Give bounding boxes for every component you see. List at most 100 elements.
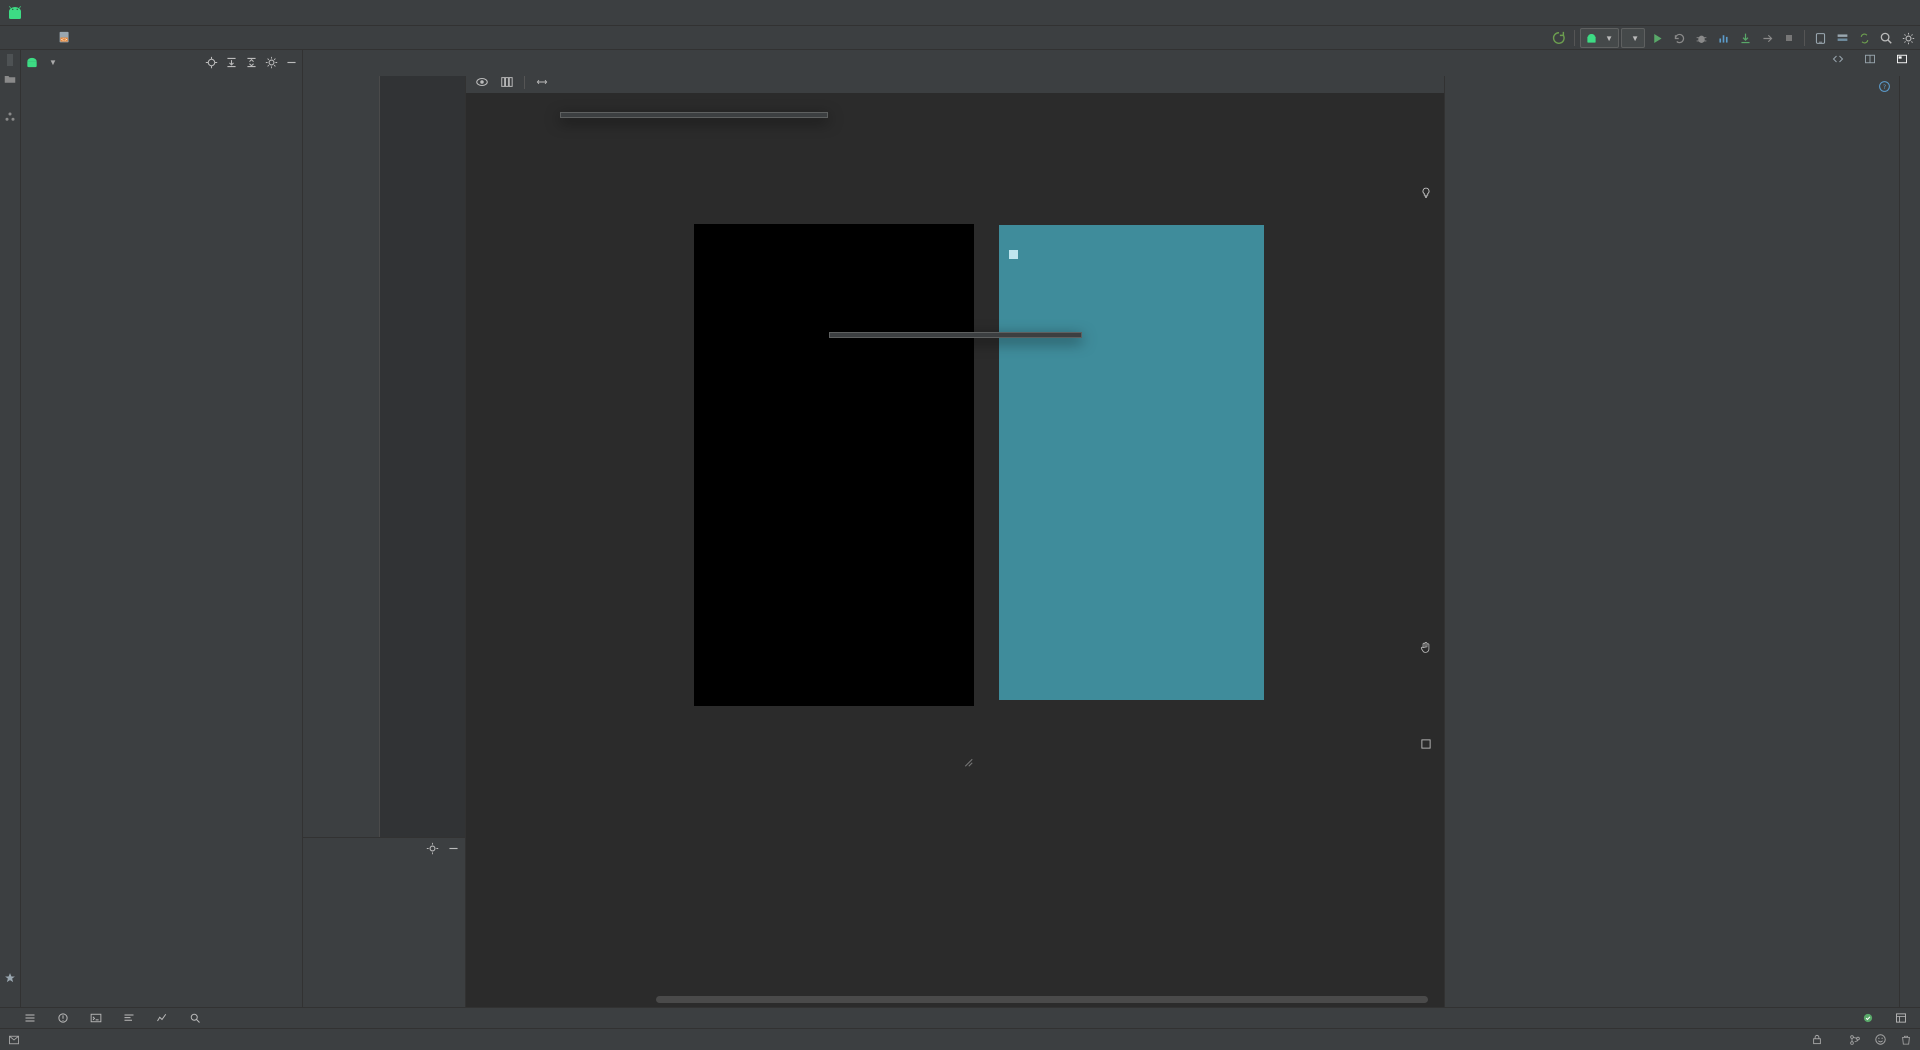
rerun-icon[interactable] — [1669, 28, 1689, 48]
sdk-manager-icon[interactable] — [1832, 28, 1852, 48]
menu-code[interactable] — [104, 10, 122, 16]
apply-code-changes-icon[interactable] — [1757, 28, 1777, 48]
lightbulb-icon[interactable] — [1417, 184, 1434, 201]
sync-gradle-icon[interactable] — [1854, 28, 1874, 48]
window-controls — [1790, 0, 1916, 26]
chevron-down-icon[interactable]: ▼ — [49, 58, 57, 67]
android-icon — [27, 57, 37, 67]
eventlog-icon — [1863, 1013, 1873, 1023]
project-tree[interactable] — [21, 74, 302, 1007]
code-icon — [1832, 55, 1844, 63]
design-canvas[interactable] — [466, 94, 1444, 1007]
status-bar — [0, 1028, 1920, 1050]
minimize-button[interactable] — [1790, 0, 1832, 26]
settings-gear-icon[interactable] — [426, 842, 439, 855]
mode-split[interactable] — [1860, 51, 1883, 67]
render-preview[interactable] — [999, 225, 1264, 700]
bottom-tab-terminal[interactable] — [90, 1012, 107, 1024]
device-dropdown-menu[interactable] — [560, 112, 828, 118]
pan-tool-icon[interactable] — [1417, 639, 1434, 656]
bottom-tab-layout-inspector[interactable] — [1895, 1012, 1912, 1024]
chevron-down-icon: ▼ — [1605, 33, 1614, 43]
logcat-icon — [124, 1014, 134, 1021]
rail-tab-resource-manager[interactable] — [7, 92, 13, 104]
menu-tools[interactable] — [194, 10, 212, 16]
resize-handle[interactable] — [960, 754, 974, 768]
horizontal-scrollbar[interactable] — [656, 996, 1428, 1003]
help-icon[interactable]: ? — [1878, 80, 1891, 93]
profile-icon[interactable] — [1713, 28, 1733, 48]
run-button[interactable] — [1647, 28, 1667, 48]
main-area: ▼ ? — [0, 50, 1920, 1007]
search-everywhere-icon[interactable] — [1876, 28, 1896, 48]
select-opened-file-icon[interactable] — [205, 56, 218, 69]
menu-refactor[interactable] — [140, 10, 158, 16]
stop-icon[interactable] — [1779, 28, 1799, 48]
apply-changes-icon[interactable] — [1735, 28, 1755, 48]
menu-analyze[interactable] — [122, 10, 140, 16]
settings-gear-icon[interactable] — [265, 56, 278, 69]
hide-panel-icon[interactable] — [447, 842, 460, 855]
rail-tab-structure[interactable] — [7, 939, 13, 951]
svg-text:<>: <> — [61, 37, 68, 42]
palette-categories[interactable] — [303, 72, 379, 837]
bottom-tab-app-inspection[interactable] — [189, 1012, 206, 1024]
collapse-all-icon[interactable] — [245, 56, 258, 69]
terminal-icon — [90, 1013, 102, 1023]
mode-code[interactable] — [1828, 51, 1851, 67]
settings-gear-icon[interactable] — [1898, 28, 1918, 48]
folder-icon — [4, 76, 16, 83]
editor-tab-strip — [303, 50, 1920, 76]
bottom-tab-todo[interactable] — [24, 1012, 41, 1024]
rail-tab-build-variants[interactable] — [7, 991, 13, 1003]
rail-tab-project[interactable] — [7, 54, 13, 66]
bottom-tab-profiler[interactable] — [156, 1012, 173, 1024]
rail-tab-emulator[interactable] — [1907, 991, 1913, 1003]
lock-icon[interactable] — [1811, 1033, 1823, 1046]
resource-icon — [5, 112, 15, 121]
editor-tabs[interactable] — [303, 50, 1920, 76]
android-logo-icon — [9, 5, 21, 19]
expand-all-icon[interactable] — [225, 56, 238, 69]
palette-panel — [303, 50, 466, 1007]
menu-navigate[interactable] — [86, 10, 104, 16]
menu-vcs[interactable] — [212, 10, 230, 16]
zoom-actual-size-button[interactable] — [1417, 711, 1434, 728]
branch-icon[interactable] — [1849, 1034, 1861, 1046]
bottom-tab-event-log[interactable] — [1862, 1012, 1879, 1024]
menu-window[interactable] — [230, 10, 248, 16]
mode-design[interactable] — [1892, 51, 1915, 67]
menu-help[interactable] — [248, 10, 266, 16]
avd-manager-icon[interactable] — [1810, 28, 1830, 48]
right-tool-rail — [1899, 50, 1920, 1007]
menu-view[interactable] — [68, 10, 86, 16]
smiley-icon[interactable] — [1874, 1033, 1887, 1046]
palette-items[interactable] — [379, 72, 465, 837]
notification-icon[interactable] — [8, 1034, 20, 1046]
rail-tab-favorites[interactable] — [7, 953, 13, 965]
bottom-tab-logcat[interactable] — [123, 1012, 140, 1024]
blueprint-preview[interactable] — [694, 224, 974, 706]
menu-file[interactable] — [32, 10, 50, 16]
bottom-tab-problems[interactable] — [57, 1012, 74, 1024]
zoom-in-button[interactable] — [1417, 663, 1434, 680]
vcs-update-icon[interactable] — [1549, 28, 1569, 48]
xml-file-icon: <> — [59, 31, 69, 43]
run-config-selector[interactable]: ▼ — [1580, 28, 1620, 48]
chevron-down-icon: ▼ — [1631, 33, 1639, 43]
left-rail-top — [4, 54, 16, 128]
palette-body — [303, 72, 465, 837]
trash-icon[interactable] — [1900, 1034, 1912, 1046]
menu-run[interactable] — [176, 10, 194, 16]
generic-phones-submenu[interactable] — [829, 332, 1082, 338]
menu-build[interactable] — [158, 10, 176, 16]
device-selector[interactable]: ▼ — [1621, 28, 1645, 48]
component-tree-panel — [303, 837, 465, 1007]
debug-button[interactable] — [1691, 28, 1711, 48]
zoom-out-button[interactable] — [1417, 687, 1434, 704]
maximize-button[interactable] — [1832, 0, 1874, 26]
hide-panel-icon[interactable] — [285, 56, 298, 69]
close-button[interactable] — [1874, 0, 1916, 26]
menu-edit[interactable] — [50, 10, 68, 16]
zoom-fit-button[interactable] — [1417, 735, 1434, 752]
